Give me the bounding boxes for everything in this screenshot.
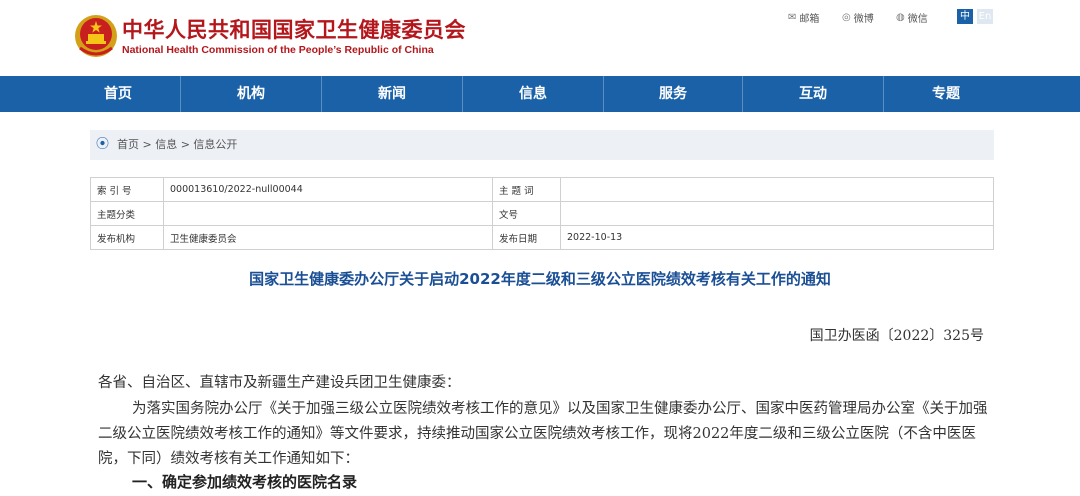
meta-label: 发布日期 <box>492 225 561 250</box>
breadcrumb: ⦿ 首页 > 信息 > 信息公开 <box>90 130 994 160</box>
share-weibo-label: 微博 <box>853 14 874 25</box>
lang-zh-button[interactable]: 中 <box>957 9 973 24</box>
site-header: 中华人民共和国国家卫生健康委员会 National Health Commiss… <box>0 0 1080 76</box>
meta-label: 主题分类 <box>90 201 164 226</box>
nav-item-home[interactable]: 首页 <box>56 76 180 112</box>
share-email-label: 邮箱 <box>799 14 820 25</box>
nav-item-organization[interactable]: 机构 <box>181 76 321 112</box>
share-wechat[interactable]: ◍ 微信 <box>896 10 928 25</box>
wechat-icon: ◍ <box>896 12 905 23</box>
meta-value <box>560 201 994 226</box>
table-row: 主题分类 文号 <box>90 201 994 226</box>
weibo-icon: ◎ <box>842 12 851 23</box>
salutation: 各省、自治区、直辖市及新疆生产建设兵团卫生健康委： <box>98 375 461 391</box>
main-nav: 首页 机构 新闻 信息 服务 互动 专题 <box>0 76 1080 112</box>
email-icon: ✉ <box>788 12 797 23</box>
meta-label: 文号 <box>492 201 561 226</box>
article-title: 国家卫生健康委办公厅关于启动2022年度二级和三级公立医院绩效考核有关工作的通知 <box>249 270 831 288</box>
document-number: 国卫办医函〔2022〕325号 <box>809 328 984 344</box>
meta-label: 索 引 号 <box>90 177 164 202</box>
meta-value: 2022-10-13 <box>560 225 994 250</box>
location-pin-icon: ⦿ <box>96 137 110 152</box>
meta-value <box>163 201 493 226</box>
nav-item-information[interactable]: 信息 <box>463 76 603 112</box>
nav-item-services[interactable]: 服务 <box>604 76 742 112</box>
table-row: 索 引 号 000013610/2022-null00044 主 题 词 <box>90 177 994 202</box>
body-paragraph: 为落实国务院办公厅《关于加强三级公立医院绩效考核工作的意见》以及国家卫生健康委办… <box>98 401 988 467</box>
table-row: 发布机构 卫生健康委员会 发布日期 2022-10-13 <box>90 225 994 250</box>
meta-label: 主 题 词 <box>492 177 561 202</box>
document-metadata-table: 索 引 号 000013610/2022-null00044 主 题 词 主题分… <box>90 177 994 250</box>
nav-item-interaction[interactable]: 互动 <box>743 76 883 112</box>
meta-value <box>560 177 994 202</box>
meta-value: 卫生健康委员会 <box>163 225 493 250</box>
share-email[interactable]: ✉ 邮箱 <box>788 10 819 25</box>
lang-en-button[interactable]: En <box>977 9 993 24</box>
share-wechat-label: 微信 <box>907 14 928 25</box>
site-name-en: National Health Commission of the People… <box>122 44 434 56</box>
section-heading: 一、确定参加绩效考核的医院名录 <box>132 473 358 491</box>
nav-item-topics[interactable]: 专题 <box>884 76 1008 112</box>
meta-label: 发布机构 <box>90 225 164 250</box>
site-name-cn[interactable]: 中华人民共和国国家卫生健康委员会 <box>122 14 466 44</box>
national-emblem-icon[interactable] <box>74 12 118 60</box>
breadcrumb-path[interactable]: 首页 > 信息 > 信息公开 <box>117 130 237 160</box>
nav-item-news[interactable]: 新闻 <box>322 76 462 112</box>
share-weibo[interactable]: ◎ 微博 <box>842 10 874 25</box>
meta-value: 000013610/2022-null00044 <box>163 177 493 202</box>
